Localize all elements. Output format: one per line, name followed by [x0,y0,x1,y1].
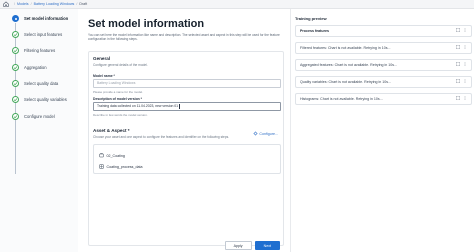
preview-card-text: Aggregated features: Chart is not availa… [300,63,398,67]
preview-card-filtered-features[interactable]: Filtered features: Chart is not availabl… [295,42,472,54]
main-content: Set model information You can set here t… [84,9,284,252]
step-label: Aggregation [24,65,47,70]
expand-icon[interactable] [456,62,460,66]
step-configure-model[interactable]: Configure model [12,113,55,120]
preview-card-aggregated-features[interactable]: Aggregated features: Chart is not availa… [295,59,472,71]
preview-title: Training preview [295,16,327,21]
aspect-name: Coating_process_data [106,164,143,169]
preview-card-quality-variables[interactable]: Quality variables: Chart is not availabl… [295,76,472,88]
card-actions [456,45,467,49]
more-icon[interactable] [463,79,467,83]
step-label: Select input features [24,32,63,37]
version-description-hint: Describe in few words the model version. [93,113,148,117]
more-icon[interactable] [463,62,467,66]
card-actions [456,79,467,83]
check-icon [12,96,19,103]
breadcrumb-model-name[interactable]: Battery Loading Windows [34,2,75,6]
asset-aspect-section-title: Asset & Aspect * [93,128,130,133]
more-icon[interactable] [463,45,467,49]
step-label: Select quality variables [24,97,67,102]
apply-button[interactable]: Apply [224,241,252,250]
form-panel: General Configure general details of the… [88,51,284,246]
expand-icon[interactable] [456,79,460,83]
page-title: Set model information [88,18,205,30]
check-icon [12,47,19,54]
expand-icon[interactable] [456,45,460,49]
model-name-label: Model name * [93,74,115,78]
more-icon[interactable] [463,28,467,32]
expand-icon[interactable] [456,28,460,32]
page-description: You can set here the model information l… [88,33,280,42]
general-section-title: General [93,56,111,61]
expand-icon[interactable] [456,96,460,100]
step-label: Set model information [24,16,69,21]
asset-aspect-box: 02_Coating Coating_process_data [93,144,281,174]
breadcrumb-models[interactable]: Models [17,2,29,6]
preview-card-histograms[interactable]: Histograms: Chart is not available. Retr… [295,93,472,105]
preview-card-process-features[interactable]: Process features [295,25,472,37]
breadcrumb-separator: / [14,2,15,6]
wizard-stepper: Set model information Select input featu… [0,9,78,252]
card-actions [456,28,467,32]
step-label: Configure model [24,114,55,119]
step-aggregation[interactable]: Aggregation [12,64,47,71]
check-icon [12,80,19,87]
preview-card-text: Quality variables: Chart is not availabl… [300,80,392,84]
configure-asset-button[interactable]: Configure... [253,131,278,136]
gear-icon [253,131,258,136]
next-button[interactable]: Next [254,241,280,250]
general-section-subtitle: Configure general details of the model. [93,63,148,67]
step-filtering-features[interactable]: Filtering features [12,47,55,54]
step-select-quality-data[interactable]: Select quality data [12,80,58,87]
training-preview-panel: Training preview Process features Filter… [290,9,474,252]
step-select-quality-variables[interactable]: Select quality variables [12,96,67,103]
step-active-indicator [12,15,19,22]
form-actions: Apply Next [224,241,280,250]
check-icon [12,64,19,71]
step-set-model-information[interactable]: Set model information [12,15,68,22]
selected-aspect[interactable]: Coating_process_data [99,164,142,169]
version-description-value: Training data collected on 11.04.2023, n… [97,104,179,108]
breadcrumb-current: Draft [79,2,88,6]
aspect-icon [99,164,104,169]
asset-aspect-section-subtitle: Choose your asset and one aspect to conf… [93,135,230,139]
text-cursor [178,103,180,109]
card-actions [456,62,467,66]
home-icon[interactable] [0,0,12,9]
step-label: Filtering features [24,48,56,53]
preview-card-text: Filtered features: Chart is not availabl… [300,46,391,50]
preview-card-text: Process features [300,29,329,33]
configure-label: Configure... [259,131,278,136]
asset-icon [99,153,104,158]
version-description-input[interactable]: Training data collected on 11.04.2023, n… [93,102,281,111]
asset-name: 02_Coating [106,153,125,158]
version-description-label: Description of model version * [93,97,142,101]
model-name-input[interactable]: Battery Loading Windows [93,79,281,88]
breadcrumb-separator: / [76,2,78,6]
card-actions [456,96,467,100]
check-icon [12,31,19,38]
preview-card-text: Histograms: Chart is not available. Retr… [300,97,383,101]
step-label: Select quality data [24,81,59,86]
top-navigation-bar: / Models / Battery Loading Windows / Dra… [0,0,474,9]
check-icon [12,113,19,120]
more-icon[interactable] [463,96,467,100]
breadcrumb-separator: / [30,2,32,6]
step-select-input-features[interactable]: Select input features [12,31,62,38]
model-name-hint: Please provide a name for the model. [93,90,143,94]
selected-asset[interactable]: 02_Coating [99,153,125,158]
